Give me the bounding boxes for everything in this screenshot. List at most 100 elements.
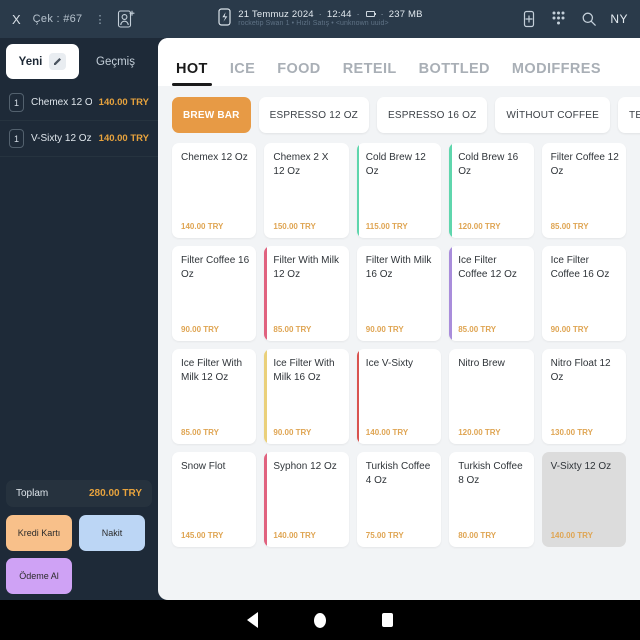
cart-item-name: V-Sixty 12 Oz (31, 133, 92, 144)
product-name: Chemex 2 X 12 Oz (273, 152, 329, 177)
product-card[interactable]: Syphon 12 Oz 140.00 TRY (264, 452, 349, 547)
product-card[interactable]: Filter Coffee 12 Oz 85.00 TRY (541, 143, 626, 238)
pay-credit-card-button[interactable]: Kredi Kartı (6, 515, 72, 551)
session-meta: 21 Temmuz 2024 · 12:44 · · 237 MB rocket… (238, 8, 423, 29)
subcategory-chip-brew-bar[interactable]: BREW BAR (172, 97, 251, 133)
category-tab-modiffres[interactable]: MODIFFRES (512, 61, 601, 86)
cart-item-price: 140.00 TRY (98, 133, 149, 144)
product-price: 90.00 TRY (181, 325, 219, 334)
category-tab-food[interactable]: FOOD (277, 61, 321, 86)
sidebar-tabs: Yeni Geçmiş (0, 38, 158, 79)
sidebar-footer: Toplam 280.00 TRY Kredi Kartı Nakit Ödeme … (0, 474, 158, 600)
product-price: 85.00 TRY (273, 325, 312, 334)
product-card[interactable]: Cold Brew 12 Oz 115.00 TRY (356, 143, 442, 238)
product-card[interactable]: Nitro Brew 120.00 TRY (449, 349, 534, 444)
product-card[interactable]: Turkish Coffee 4 Oz 75.00 TRY (356, 452, 442, 547)
product-name: Cold Brew 16 Oz (458, 152, 519, 177)
session-meta-primary: 21 Temmuz 2024 · 12:44 · · 237 MB (238, 8, 423, 21)
android-nav-bar (0, 600, 640, 640)
product-price: 90.00 TRY (365, 325, 404, 334)
subcategory-chip-espresso-16-oz[interactable]: ESPRESSO 16 OZ (377, 97, 488, 133)
product-name: Filter Coffee 16 Oz (181, 255, 250, 280)
product-card[interactable]: Ice Filter With Milk 12 Oz 85.00 TRY (172, 349, 257, 444)
product-name: Turkish Coffee 4 Oz (365, 461, 431, 486)
printer-icon (217, 7, 232, 32)
product-card[interactable]: Ice Filter With Milk 16 Oz 90.00 TRY (264, 349, 349, 444)
product-name: Ice Filter With Milk 16 Oz (273, 358, 335, 383)
order-total-value: 280.00 TRY (89, 488, 142, 499)
product-card[interactable]: Filter With Milk 16 Oz 90.00 TRY (356, 246, 442, 341)
keypad-icon[interactable] (550, 10, 567, 29)
product-card[interactable]: Ice V-Sixty 140.00 TRY (356, 349, 442, 444)
product-price: 75.00 TRY (365, 531, 404, 540)
product-card[interactable]: Chemex 2 X 12 Oz 150.00 TRY (264, 143, 349, 238)
product-grid: Chemex 12 Oz 140.00 TRY Chemex 2 X 12 Oz 15… (172, 143, 626, 547)
add-device-icon[interactable] (520, 10, 537, 29)
close-icon[interactable]: X (12, 13, 21, 26)
product-price: 140.00 TRY (181, 222, 224, 231)
meta-memory: 237 MB (388, 8, 423, 20)
cart-item-qty[interactable]: 1 (9, 129, 24, 148)
catalog-panel: HOT ICE FOOD RETEIL BOTTLED MODIFFRES BREW BA… (158, 38, 640, 600)
product-price: 120.00 TRY (458, 222, 501, 231)
subcategory-chip-tea[interactable]: TEA (618, 97, 640, 133)
category-tab-bottled[interactable]: BOTTLED (419, 61, 490, 86)
recents-square-icon[interactable] (382, 613, 393, 627)
subcategory-chip-espresso-12-oz[interactable]: ESPRESSO 12 OZ (258, 97, 369, 133)
product-card[interactable]: Chemex 12 Oz 140.00 TRY (172, 143, 257, 238)
product-card[interactable]: Snow Flot 145.00 TRY (172, 452, 257, 547)
pencil-icon[interactable] (49, 53, 67, 70)
product-card[interactable]: V-Sixty 12 Oz 140.00 TRY (541, 452, 626, 547)
product-card[interactable]: Ice Filter Coffee 12 Oz 85.00 TRY (449, 246, 534, 341)
category-tab-reteil[interactable]: RETEIL (343, 61, 397, 86)
product-price: 115.00 TRY (365, 222, 408, 231)
back-triangle-icon[interactable] (247, 612, 258, 628)
category-tab-ice[interactable]: ICE (230, 61, 255, 86)
product-name: Syphon 12 Oz (273, 461, 337, 472)
top-bar-right: NY (520, 10, 640, 29)
product-card[interactable]: Nitro Float 12 Oz 130.00 TRY (541, 349, 626, 444)
sidebar-tab-gecmis[interactable]: Geçmiş (79, 44, 152, 79)
meta-date: 21 Temmuz 2024 (238, 8, 314, 20)
product-name: Turkish Coffee 8 Oz (458, 461, 523, 486)
category-tab-hot[interactable]: HOT (172, 61, 212, 86)
meta-time: 12:44 (326, 8, 352, 20)
take-payment-button[interactable]: Ödeme Al (6, 558, 72, 594)
product-price: 80.00 TRY (458, 531, 497, 540)
user-initials-avatar[interactable]: NY (610, 12, 628, 26)
product-accent-bar (264, 246, 267, 341)
product-accent-bar (449, 143, 452, 238)
cart-item-row[interactable]: 1 Chemex 12 Oz 140.00 TRY (0, 85, 158, 121)
check-number-label[interactable]: Çek : #67 (33, 13, 83, 25)
product-name: Ice Filter With Milk 12 Oz (181, 358, 243, 383)
product-price: 120.00 TRY (458, 428, 501, 437)
product-accent-bar (356, 349, 360, 444)
top-bar-left: X Çek : #67 ⋮ (0, 8, 136, 30)
search-icon[interactable] (580, 10, 597, 29)
product-price: 85.00 TRY (181, 428, 219, 437)
add-person-icon[interactable] (116, 8, 136, 30)
product-card[interactable]: Filter With Milk 12 Oz 85.00 TRY (264, 246, 349, 341)
product-name: Filter With Milk 12 Oz (273, 255, 339, 280)
subcategory-chips: BREW BAR ESPRESSO 12 OZ ESPRESSO 16 OZ WİTH… (158, 86, 640, 143)
product-card[interactable]: Turkish Coffee 8 Oz 80.00 TRY (449, 452, 534, 547)
home-circle-icon[interactable] (314, 612, 326, 628)
product-card[interactable]: Ice Filter Coffee 16 Oz 90.00 TRY (541, 246, 626, 341)
product-price: 140.00 TRY (550, 531, 593, 540)
product-price: 140.00 TRY (273, 531, 316, 540)
product-card[interactable]: Filter Coffee 16 Oz 90.00 TRY (172, 246, 257, 341)
product-name: Cold Brew 12 Oz (365, 152, 426, 177)
subcategory-chip-wi̇thout-coffee[interactable]: WİTHOUT COFFEE (495, 97, 611, 133)
session-meta-secondary: rocketip Swan 1 • Hızlı Satış • <unknown… (238, 20, 389, 28)
product-accent-bar (449, 246, 452, 341)
product-card[interactable]: Cold Brew 16 Oz 120.00 TRY (449, 143, 534, 238)
cart-item-row[interactable]: 1 V-Sixty 12 Oz 140.00 TRY (0, 121, 158, 157)
cart-item-qty[interactable]: 1 (9, 93, 24, 112)
sidebar-tab-yeni[interactable]: Yeni (6, 44, 79, 79)
sidebar-tab-gecmis-label: Geçmiş (96, 55, 135, 68)
meta-sep-2: · (356, 8, 360, 20)
pay-cash-button[interactable]: Nakit (79, 515, 145, 551)
product-name: V-Sixty 12 Oz (550, 461, 612, 472)
check-menu-icon[interactable]: ⋮ (94, 13, 105, 26)
product-name: Filter Coffee 12 Oz (550, 152, 619, 177)
